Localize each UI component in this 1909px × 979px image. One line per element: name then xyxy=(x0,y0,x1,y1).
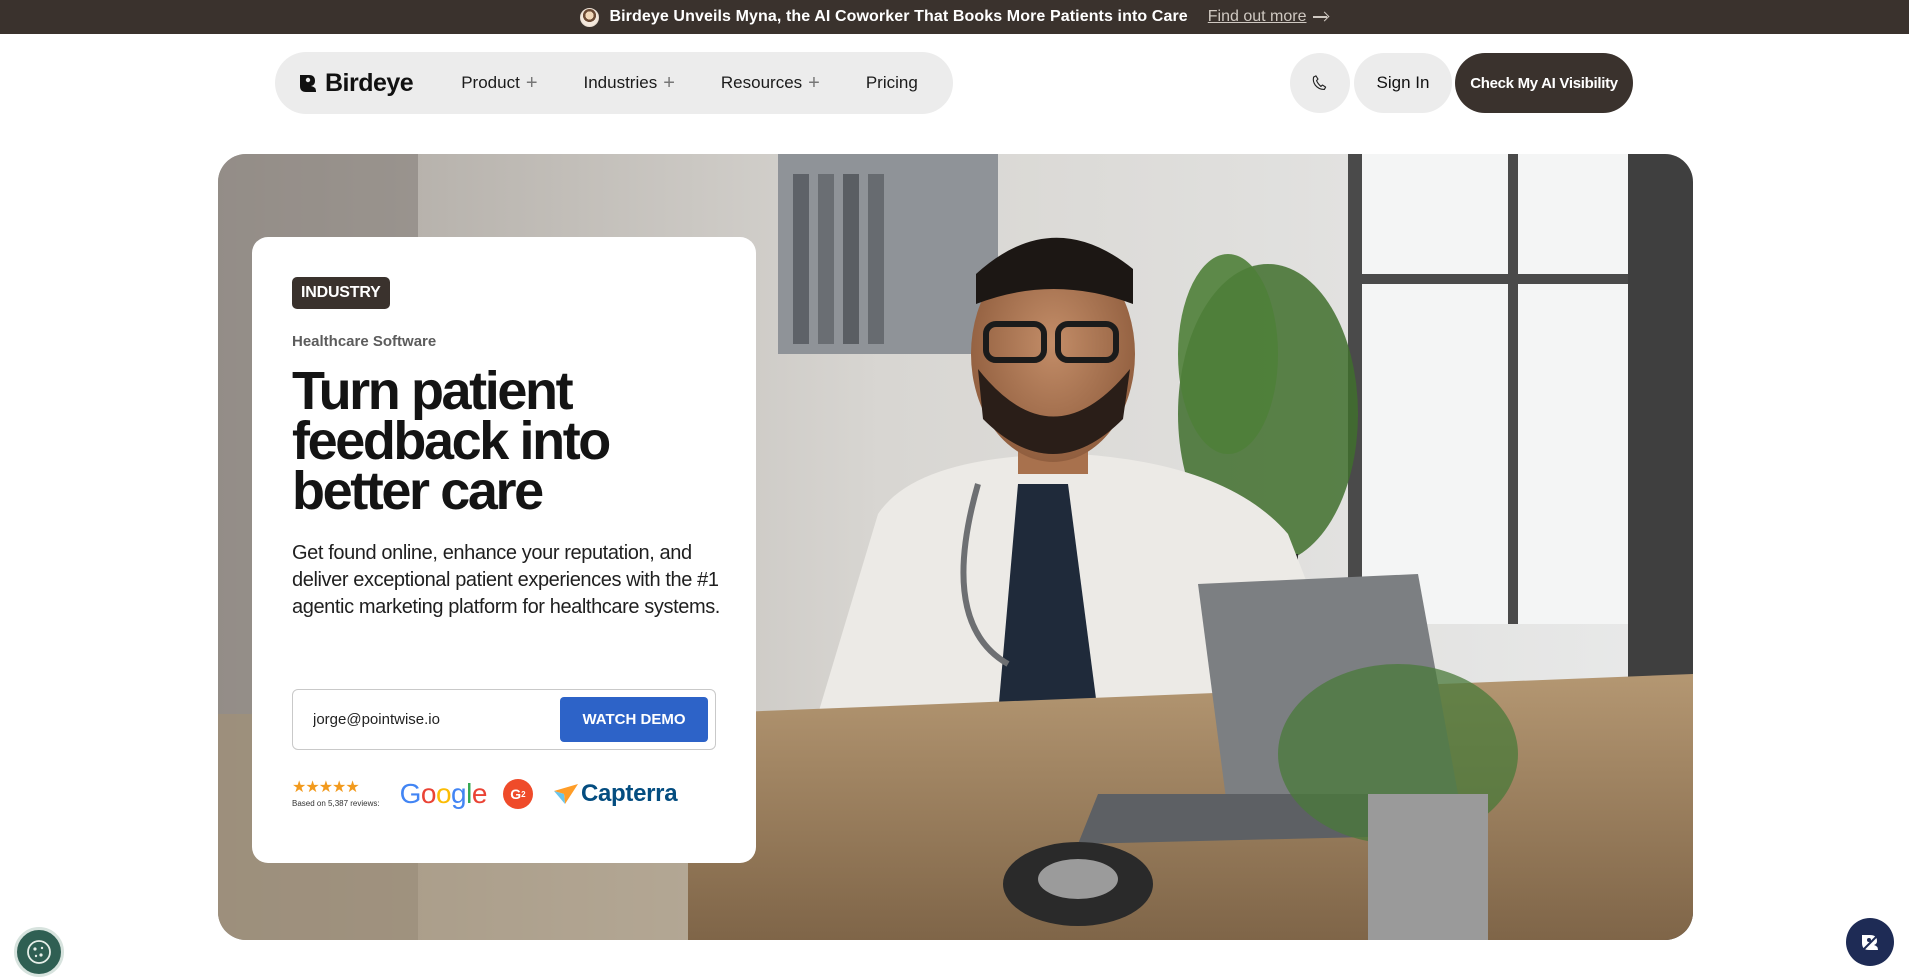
cookie-settings-button[interactable] xyxy=(14,927,64,977)
hero-description: Get found online, enhance your reputatio… xyxy=(292,542,720,618)
find-out-more-label: Find out more xyxy=(1207,8,1307,25)
main-nav: Birdeye Product + Industries + Resources… xyxy=(275,52,953,114)
watch-demo-button[interactable]: WATCH DEMO xyxy=(560,697,708,742)
logo-text: Birdeye xyxy=(325,68,414,97)
check-ai-visibility-button[interactable]: Check My AI Visibility xyxy=(1455,53,1633,113)
nav-product-label: Product xyxy=(461,73,520,92)
google-logo: Google xyxy=(399,778,488,809)
nav-resources[interactable]: Resources + xyxy=(721,73,820,93)
chat-assistant-icon xyxy=(1862,934,1879,951)
nav-industries-label: Industries xyxy=(583,73,658,92)
hero-headline: Turn patient feedback into better care xyxy=(292,361,611,521)
nav-industries[interactable]: Industries + xyxy=(584,73,675,93)
nav-pricing-label: Pricing xyxy=(865,73,918,92)
industry-tag: INDUSTRY xyxy=(292,277,390,309)
hero-section: INDUSTRY Healthcare Software Turn patien… xyxy=(218,154,1693,940)
find-out-more-link[interactable]: Find out more xyxy=(1208,8,1329,26)
g2-logo: G2 xyxy=(502,779,533,809)
plus-icon: + xyxy=(808,72,820,94)
chat-assistant-button[interactable] xyxy=(1846,918,1894,966)
birdeye-logo[interactable]: Birdeye xyxy=(297,68,414,98)
capterra-arrow-icon xyxy=(553,784,578,804)
nav-pricing[interactable]: Pricing xyxy=(866,73,918,93)
cookie-icon xyxy=(27,940,51,964)
nav-product[interactable]: Product + xyxy=(461,73,537,93)
announcement-message: Birdeye Unveils Myna, the AI Coworker Th… xyxy=(609,8,1188,25)
demo-form: WATCH DEMO xyxy=(292,689,716,750)
review-badges: ★★★★★ Based on 5,387 reviews: Google G2 … xyxy=(292,778,678,810)
star-rating-icon: ★★★★★ xyxy=(292,779,360,796)
arrow-right-icon xyxy=(1312,12,1329,22)
sign-in-button[interactable]: Sign In xyxy=(1354,53,1452,113)
rating-block: ★★★★★ Based on 5,387 reviews: xyxy=(292,779,380,809)
review-count: Based on 5,387 reviews: xyxy=(292,799,380,808)
plus-icon: + xyxy=(525,72,538,94)
hero-subtitle: Healthcare Software xyxy=(292,333,437,350)
phone-button[interactable] xyxy=(1290,53,1350,113)
birdeye-logo-icon xyxy=(297,72,319,94)
plus-icon: + xyxy=(663,72,675,94)
hero-card: INDUSTRY Healthcare Software Turn patien… xyxy=(252,237,756,863)
announcement-bar: Birdeye Unveils Myna, the AI Coworker Th… xyxy=(0,0,1909,34)
nav-resources-label: Resources xyxy=(720,73,803,92)
email-input[interactable] xyxy=(313,711,560,728)
myna-avatar-icon xyxy=(580,7,600,27)
phone-icon xyxy=(1312,75,1327,91)
capterra-logo: Capterra xyxy=(553,780,678,808)
